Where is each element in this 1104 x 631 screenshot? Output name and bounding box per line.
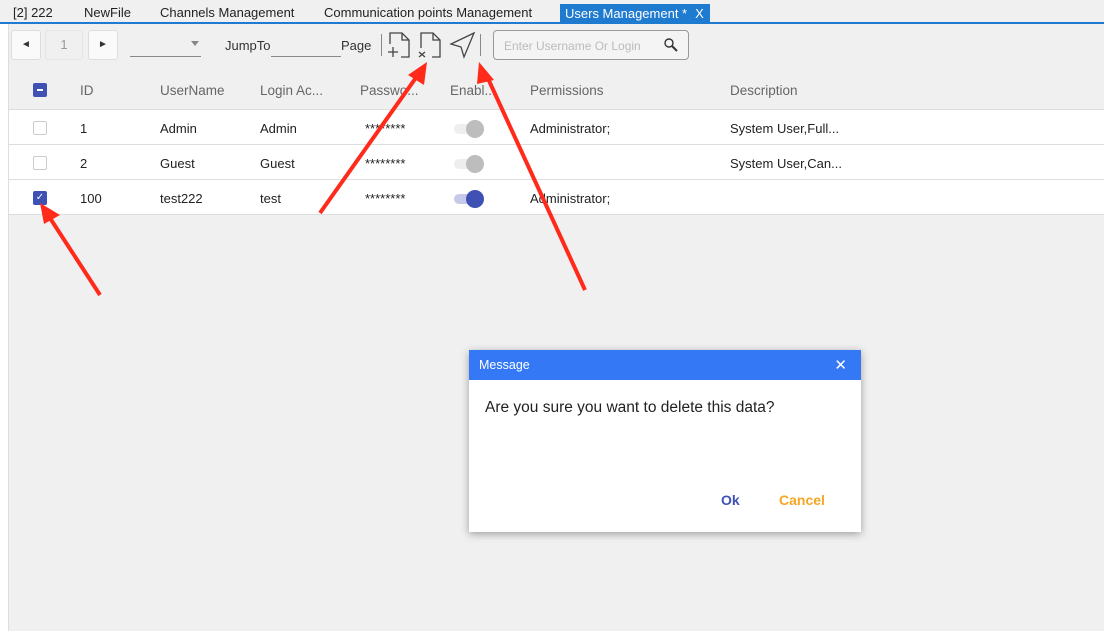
toggle-knob — [466, 155, 484, 173]
row-checkbox[interactable] — [33, 121, 47, 135]
enabled-toggle[interactable] — [452, 120, 486, 138]
ok-button[interactable]: Ok — [721, 492, 740, 508]
col-username[interactable]: UserName — [160, 83, 225, 98]
table-row[interactable]: 2 Guest Guest ******** System User,Can... — [9, 145, 1104, 180]
divider — [480, 34, 481, 56]
cell-login: Guest — [260, 156, 295, 171]
users-management-panel: ◄ 1 ► JumpTo Page Enter Username Or Logi… — [9, 26, 1104, 631]
add-file-icon[interactable] — [386, 30, 414, 60]
search-icon[interactable] — [664, 38, 678, 52]
cell-login: test — [260, 191, 281, 206]
row-checkbox[interactable] — [33, 156, 47, 170]
tab-label: Users Management * — [565, 6, 688, 21]
tab-communication-points-management[interactable]: Communication points Management — [324, 5, 532, 20]
cell-permissions: Administrator; — [530, 121, 611, 136]
cell-password: ******** — [365, 191, 406, 206]
col-login-account[interactable]: Login Ac... — [260, 83, 323, 98]
cell-username: test222 — [160, 191, 203, 206]
cell-id: 2 — [80, 156, 88, 171]
page-label: Page — [341, 38, 372, 53]
cell-description: System User,Can... — [730, 156, 842, 171]
close-tab-icon[interactable]: X — [695, 6, 704, 21]
col-description[interactable]: Description — [730, 83, 798, 98]
close-icon[interactable]: ✕ — [834, 356, 847, 374]
enabled-toggle[interactable] — [452, 155, 486, 173]
send-icon[interactable] — [449, 30, 477, 60]
jump-to-input[interactable] — [271, 36, 341, 57]
toolbar: ◄ 1 ► JumpTo Page Enter Username Or Logi… — [9, 26, 1104, 72]
page-number: 1 — [45, 30, 83, 60]
cancel-button[interactable]: Cancel — [779, 492, 825, 508]
col-permissions[interactable]: Permissions — [530, 83, 604, 98]
tab-222[interactable]: [2] 222 — [13, 5, 53, 20]
chevron-down-icon — [191, 41, 199, 46]
jump-to-label: JumpTo — [225, 38, 271, 53]
dialog-message: Are you sure you want to delete this dat… — [485, 399, 775, 416]
cell-description: System User,Full... — [730, 121, 840, 136]
cell-password: ******** — [365, 156, 406, 171]
select-all-checkbox[interactable] — [33, 83, 47, 97]
delete-file-icon[interactable] — [417, 30, 445, 60]
cell-id: 1 — [80, 121, 88, 136]
tab-newfile[interactable]: NewFile — [84, 5, 131, 20]
dialog-header: Message ✕ — [469, 350, 861, 380]
users-table: ID UserName Login Ac... Passwo... Enabl.… — [9, 72, 1104, 215]
cell-username: Guest — [160, 156, 195, 171]
toggle-knob — [466, 190, 484, 208]
enabled-toggle[interactable] — [452, 190, 486, 208]
cell-password: ******** — [365, 121, 406, 136]
cell-permissions: Administrator; — [530, 191, 611, 206]
table-row[interactable]: ✓ 100 test222 test ******** Administrator; — [9, 180, 1104, 215]
tab-users-management[interactable]: Users Management * X — [560, 4, 710, 23]
tab-channels-management[interactable]: Channels Management — [160, 5, 294, 20]
table-header: ID UserName Login Ac... Passwo... Enabl.… — [9, 72, 1104, 110]
col-password[interactable]: Passwo... — [360, 83, 419, 98]
divider — [381, 34, 382, 56]
col-enabled[interactable]: Enabl... — [450, 83, 496, 98]
search-input[interactable]: Enter Username Or Login — [493, 30, 689, 60]
tab-bar: [2] 222 NewFile Channels Management Comm… — [0, 0, 1104, 24]
cell-username: Admin — [160, 121, 197, 136]
cell-login: Admin — [260, 121, 297, 136]
prev-page-button[interactable]: ◄ — [11, 30, 41, 60]
page-size-select[interactable] — [130, 36, 201, 57]
toggle-knob — [466, 120, 484, 138]
dialog-title: Message — [479, 358, 530, 372]
cell-id: 100 — [80, 191, 102, 206]
row-checkbox[interactable]: ✓ — [33, 191, 47, 205]
table-row[interactable]: 1 Admin Admin ******** Administrator; System … — [9, 110, 1104, 145]
next-page-button[interactable]: ► — [88, 30, 118, 60]
left-panel — [0, 24, 9, 631]
confirm-dialog: Message ✕ Are you sure you want to delete… — [469, 350, 861, 532]
search-placeholder: Enter Username Or Login — [504, 39, 641, 53]
col-id[interactable]: ID — [80, 83, 94, 98]
